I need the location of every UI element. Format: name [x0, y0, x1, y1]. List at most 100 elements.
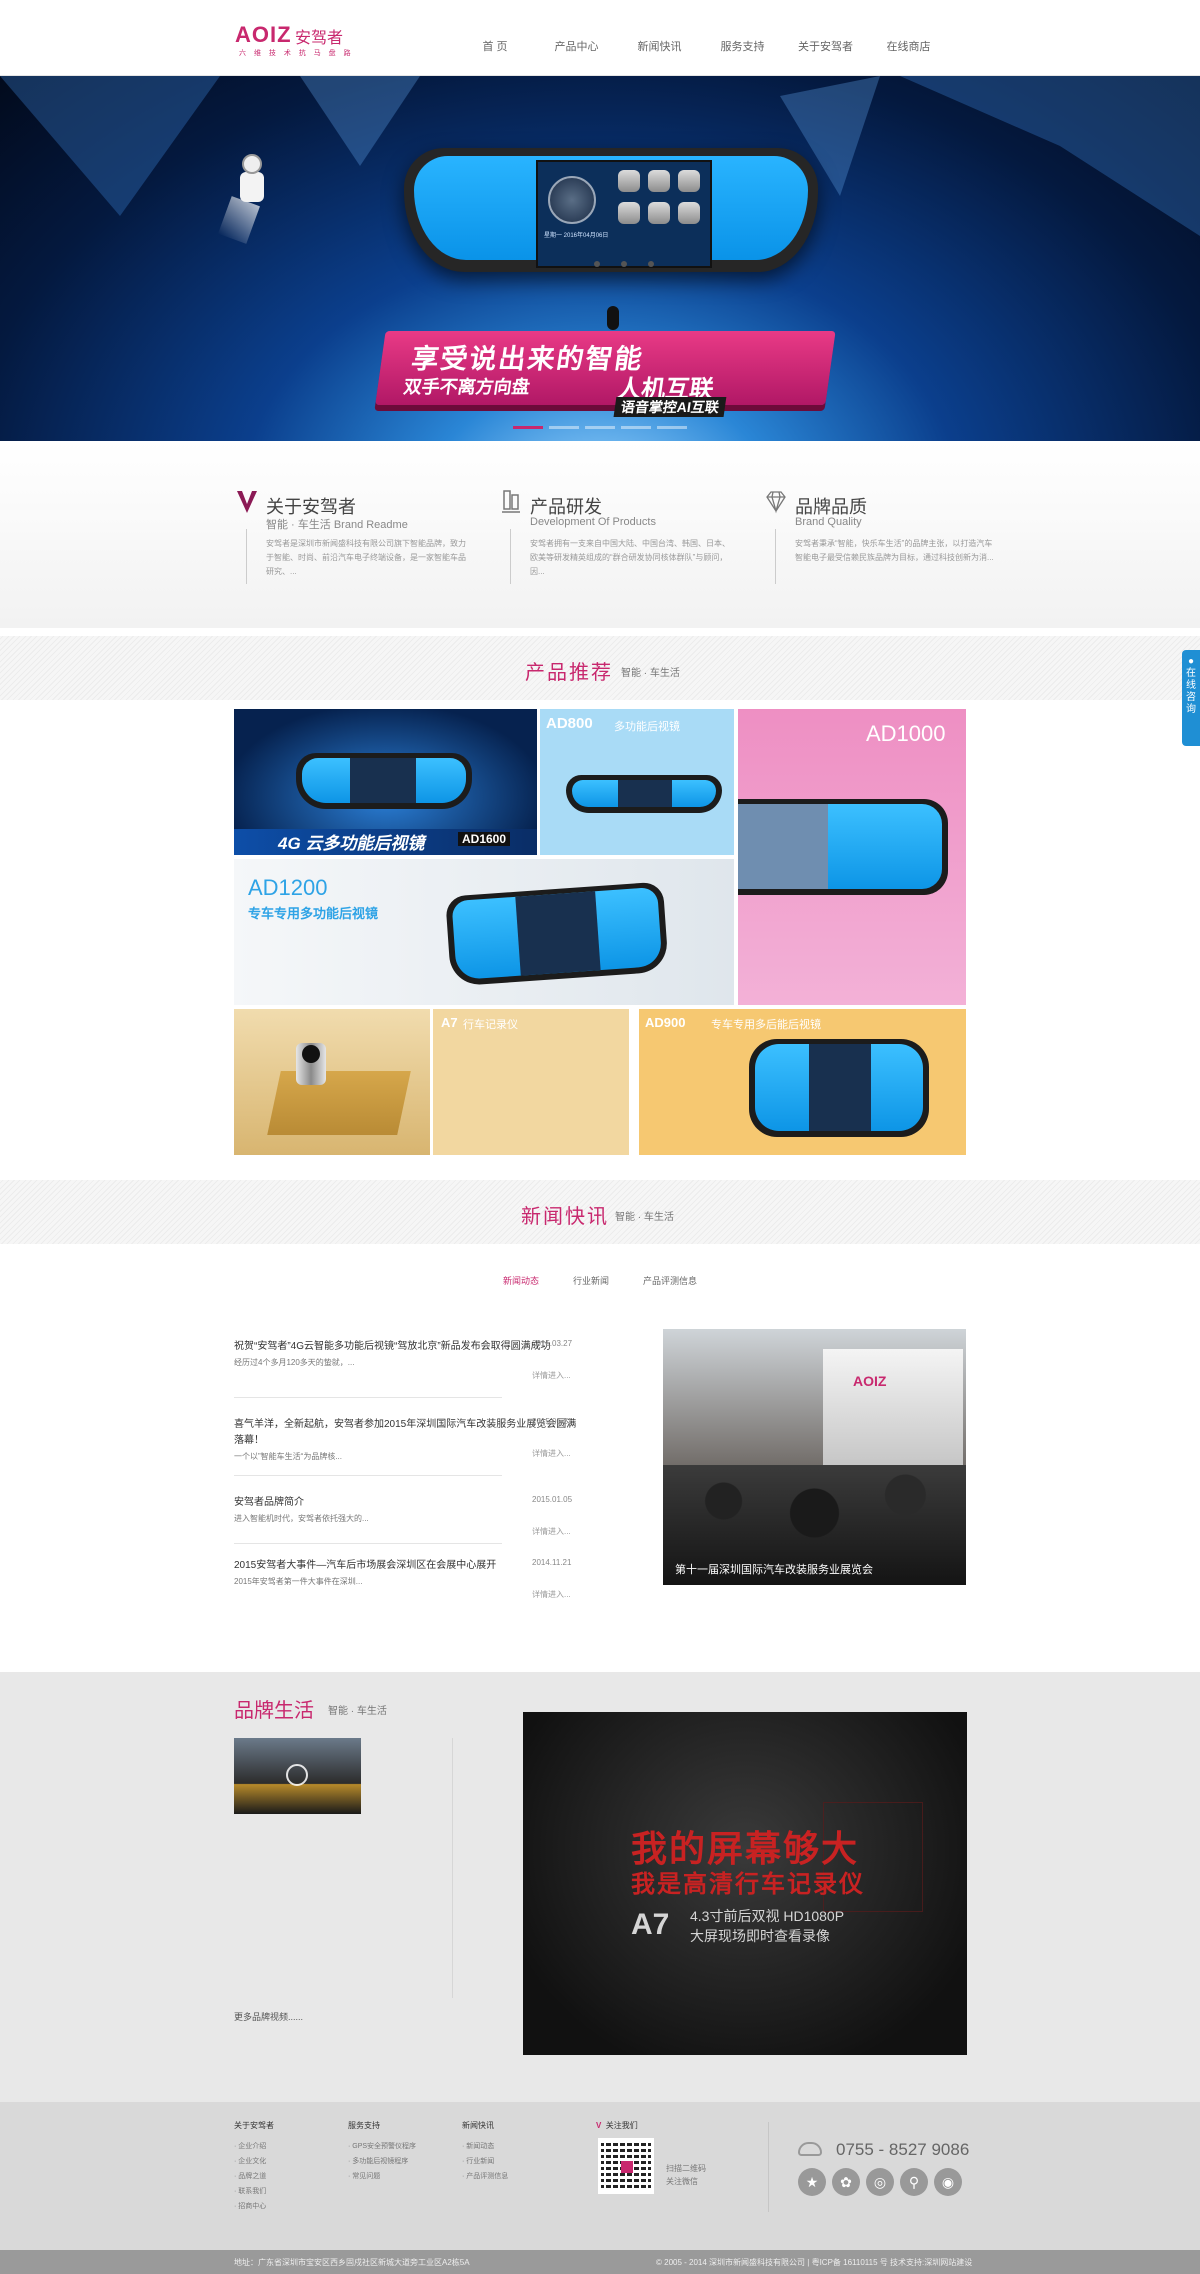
- product-tile-ad900[interactable]: AD900 专车专用多后能后视镜: [639, 1009, 966, 1155]
- nav-home[interactable]: 首 页: [455, 38, 535, 54]
- footer-follow: V 关注我们: [596, 2120, 638, 2139]
- news-more-link[interactable]: 详情进入...: [532, 1589, 571, 1600]
- product-tile-a7[interactable]: A7 行车记录仪: [433, 1009, 629, 1155]
- footer-link[interactable]: · 常见问题: [348, 2169, 416, 2184]
- news-date: 2014.11.21: [532, 1558, 572, 1567]
- nav-products[interactable]: 产品中心: [535, 38, 618, 54]
- slider-dot[interactable]: [585, 426, 615, 429]
- online-consult-tab[interactable]: ● 在线咨询: [1182, 650, 1200, 746]
- nav-news[interactable]: 新闻快讯: [618, 38, 701, 54]
- news-date: 2015.03.27: [532, 1339, 573, 1348]
- feature-sub: 智能 · 车生活 Brand Readme: [266, 519, 408, 531]
- footer-link[interactable]: · 品牌之道: [234, 2169, 274, 2184]
- product-tile-a7-camera[interactable]: [234, 1009, 430, 1155]
- footer-link[interactable]: · 招商中心: [234, 2199, 274, 2214]
- wechat-icon[interactable]: ◎: [866, 2168, 894, 2196]
- product-tile-ad1000[interactable]: AD1000: [738, 709, 966, 1005]
- news-tabs: 新闻动态 行业新闻 产品评测信息: [503, 1274, 731, 1287]
- product-tile-ad800[interactable]: AD800 多功能后视镜: [540, 709, 734, 855]
- feature-sub: Brand Quality: [795, 516, 862, 528]
- logo[interactable]: AOIZ 安驾者 六 维 技 术 抗 马 盘 路: [235, 22, 355, 62]
- news-more-link[interactable]: 详情进入...: [532, 1526, 571, 1537]
- qr-hint: 扫描二维码 关注微信: [666, 2162, 706, 2188]
- section-title: 新闻快讯: [521, 1206, 609, 1228]
- banner-headline: 享受说出来的智能: [409, 344, 646, 374]
- feature-desc: 安驾者秉承“智能，快乐车生活”的品牌主张，以打造汽车智能电子最受信赖民族品牌为目…: [795, 539, 994, 562]
- divider: [234, 1475, 502, 1476]
- nav-support[interactable]: 服务支持: [701, 38, 784, 54]
- tab-product-reviews[interactable]: 产品评测信息: [643, 1274, 697, 1287]
- section-title: 品牌生活: [234, 1700, 314, 1722]
- news-date: 2015.01.21: [532, 1417, 573, 1426]
- copyright-bar: 地址：广东省深圳市宝安区西乡固戍社区新城大道旁工业区A2栋5A © 2005 -…: [0, 2250, 1200, 2274]
- footer-link[interactable]: · 新闻动态: [462, 2139, 508, 2154]
- search-person-icon[interactable]: ⚲: [900, 2168, 928, 2196]
- tab-news-updates[interactable]: 新闻动态: [503, 1274, 539, 1287]
- slider-dot[interactable]: [513, 426, 543, 429]
- news-brief: 进入智能机时代，安驾者依托强大的...: [234, 1514, 369, 1523]
- footer-col-about: 关于安驾者 · 企业介绍 · 企业文化 · 品牌之道 · 联系我们 · 招商中心: [234, 2120, 274, 2214]
- nav-about[interactable]: 关于安驾者: [784, 38, 867, 54]
- product-model: A7: [441, 1015, 458, 1030]
- footer-col-title: V 关注我们: [596, 2121, 638, 2130]
- slider-dot[interactable]: [657, 426, 687, 429]
- video-poster[interactable]: 我的屏幕够大 我是高清行车记录仪 A7 4.3寸前后双视 HD1080P 大屏现…: [523, 1712, 967, 2055]
- mirror-device-image: 星期一 2016年04月06日: [404, 148, 818, 272]
- hero-banner[interactable]: 星期一 2016年04月06日 享受说出来的智能 双手不离方向盘 人机互联 语音…: [0, 76, 1200, 441]
- poster-line2: 我是高清行车记录仪: [631, 1871, 865, 1898]
- footer-link[interactable]: · 企业文化: [234, 2154, 274, 2169]
- product-name: 多功能后视镜: [614, 721, 680, 733]
- footer-link[interactable]: · 联系我们: [234, 2184, 274, 2199]
- divider: [768, 2122, 769, 2212]
- slider-dot[interactable]: [549, 426, 579, 429]
- star-icon[interactable]: ★: [798, 2168, 826, 2196]
- news-section-head: 新闻快讯 智能 · 车生活: [0, 1180, 1200, 1244]
- social-icons: ★ ✿ ◎ ⚲ ◉: [798, 2168, 962, 2196]
- paw-icon[interactable]: ✿: [832, 2168, 860, 2196]
- logo-en: AOIZ: [235, 22, 292, 47]
- slider-dot[interactable]: [621, 426, 651, 429]
- poster-model: A7: [631, 1908, 670, 1941]
- clock-icon: [548, 176, 596, 224]
- product-model: AD1000: [866, 721, 946, 746]
- news-more-link[interactable]: 详情进入...: [532, 1370, 571, 1381]
- footer-link[interactable]: · 企业介绍: [234, 2139, 274, 2154]
- footer-link[interactable]: · GPS安全预警仪程序: [348, 2139, 416, 2154]
- weibo-icon[interactable]: ◉: [934, 2168, 962, 2196]
- product-model: AD1600: [458, 832, 511, 846]
- divider: [234, 1543, 502, 1544]
- qr-text1: 扫描二维码: [666, 2164, 706, 2173]
- news-brief: 2015年安驾者第一件大事件在深圳...: [234, 1577, 363, 1586]
- nav-store[interactable]: 在线商店: [867, 38, 950, 54]
- footer-col-title: 服务支持: [348, 2121, 380, 2130]
- banner-line2-left: 双手不离方向盘: [402, 377, 532, 397]
- news-date: 2015.01.05: [532, 1495, 573, 1504]
- diamond-icon: [766, 491, 786, 514]
- logo-slogan: 六 维 技 术 抗 马 盘 路: [239, 50, 354, 57]
- tab-industry-news[interactable]: 行业新闻: [573, 1274, 609, 1287]
- product-name: 专车专用多后能后视镜: [711, 1019, 821, 1031]
- product-grid: 4G 云多功能后视镜 AD1600 AD800 多功能后视镜 AD1000 AD…: [234, 709, 966, 1155]
- more-videos-link[interactable]: 更多品牌视频......: [234, 2010, 303, 2023]
- copyright: © 2005 - 2014 深圳市新闻盛科技有限公司 | 粤ICP备 16110…: [656, 2258, 973, 2267]
- footer-col-support: 服务支持 · GPS安全预警仪程序 · 多功能后视镜程序 · 常见问题: [348, 2120, 416, 2184]
- divider: [452, 1738, 453, 1998]
- feature-desc: 安驾者拥有一支来自中国大陆、中国台湾、韩国、日本、欧美等研发精英组成的“群合研发…: [530, 539, 730, 576]
- brand-life-section: 品牌生活 智能 · 车生活 更多品牌视频...... 我的屏幕够大 我是高清行车…: [0, 1672, 1200, 2102]
- product-tile-ad1600[interactable]: 4G 云多功能后视镜 AD1600: [234, 709, 537, 855]
- product-tile-ad1200[interactable]: AD1200 专车专用多功能后视镜: [234, 859, 734, 1005]
- footer-link[interactable]: · 行业新闻: [462, 2154, 508, 2169]
- video-thumbnail[interactable]: [234, 1738, 361, 1814]
- footer-link[interactable]: · 产品评测信息: [462, 2169, 508, 2184]
- address: 地址：广东省深圳市宝安区西乡固戍社区新城大道旁工业区A2栋5A: [234, 2258, 470, 2267]
- news-photo-caption: 第十一届深圳国际汽车改装服务业展览会: [675, 1564, 873, 1576]
- news-more-link[interactable]: 详情进入...: [532, 1448, 571, 1459]
- main-nav: 首 页 产品中心 新闻快讯 服务支持 关于安驾者 在线商店: [455, 38, 950, 54]
- site-footer: 关于安驾者 · 企业介绍 · 企业文化 · 品牌之道 · 联系我们 · 招商中心…: [0, 2102, 1200, 2250]
- phone-number: 0755 - 8527 9086: [836, 2140, 970, 2159]
- section-sub: 智能 · 车生活: [328, 1706, 387, 1717]
- news-photo[interactable]: AOIZ 第十一届深圳国际汽车改装服务业展览会: [663, 1329, 966, 1585]
- section-sub: 智能 · 车生活: [621, 668, 680, 679]
- footer-link[interactable]: · 多功能后视镜程序: [348, 2154, 416, 2169]
- product-name: 行车记录仪: [463, 1019, 518, 1031]
